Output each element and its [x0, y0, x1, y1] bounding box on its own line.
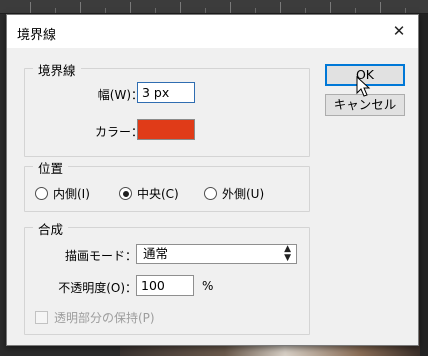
radio-inside-dot[interactable] [35, 187, 48, 200]
updown-arrows-icon: ▲ ▼ [284, 244, 291, 263]
stroke-legend: 境界線 [33, 60, 81, 79]
mouse-pointer-icon [356, 76, 371, 97]
preserve-transparency-checkbox[interactable]: 透明部分の保持(P) [35, 309, 155, 326]
ruler-tick [30, 2, 31, 13]
ruler-tick [55, 8, 56, 13]
color-label: カラー： [94, 125, 143, 139]
radio-center[interactable]: 中央(C) [119, 186, 179, 202]
dialog-titlebar: 境界線 ✕ [7, 15, 418, 48]
top-ruler [0, 0, 428, 14]
radio-center-dot[interactable] [119, 187, 132, 200]
position-legend: 位置 [33, 158, 69, 177]
ruler-tick [80, 2, 81, 13]
ruler-tick [355, 8, 356, 13]
ruler-tick [255, 8, 256, 13]
width-input[interactable]: 3 px [137, 82, 195, 103]
ruler-tick [105, 8, 106, 13]
blend-group: 合成 描画モード： 通常 ▲ ▼ 不透明度(O)： 100 % 透明部分の保持(P… [24, 219, 310, 335]
dialog-title: 境界線 [17, 28, 57, 43]
ruler-tick [230, 2, 231, 13]
radio-center-label: 中央(C) [137, 187, 179, 201]
radio-inside[interactable]: 内側(I) [35, 186, 90, 202]
blend-mode-value: 通常 [143, 246, 169, 261]
ruler-tick [330, 2, 331, 13]
preserve-transparency-label: 透明部分の保持(P) [54, 311, 155, 325]
opacity-input[interactable]: 100 [136, 275, 194, 296]
blend-mode-select[interactable]: 通常 ▲ ▼ [136, 244, 297, 264]
blend-legend: 合成 [33, 219, 69, 238]
ruler-tick [155, 8, 156, 13]
stroke-dialog: 境界線 ✕ 境界線 幅(W)： 3 px カラー： 位置 内側(I) 中央(C)… [6, 14, 419, 346]
blend-mode-label: 描画モード： [64, 249, 137, 263]
side-panel-edge [418, 14, 428, 356]
ruler-tick [305, 8, 306, 13]
preserve-transparency-box[interactable] [35, 311, 48, 324]
opacity-label: 不透明度(O)： [58, 281, 137, 295]
ruler-tick [405, 8, 406, 13]
stroke-group: 境界線 幅(W)： 3 px カラー： [24, 60, 310, 157]
radio-outside[interactable]: 外側(U) [204, 186, 264, 202]
radio-outside-dot[interactable] [204, 187, 217, 200]
ruler-tick [380, 2, 381, 13]
ruler-tick [180, 2, 181, 13]
ruler-tick [130, 2, 131, 13]
radio-inside-label: 内側(I) [53, 187, 90, 201]
radio-outside-label: 外側(U) [222, 187, 265, 201]
opacity-unit: % [202, 279, 214, 293]
ruler-tick [205, 8, 206, 13]
close-icon[interactable]: ✕ [386, 18, 412, 44]
ruler-tick [280, 2, 281, 13]
position-group: 位置 内側(I) 中央(C) 外側(U) [24, 158, 310, 212]
color-swatch[interactable] [137, 119, 195, 140]
